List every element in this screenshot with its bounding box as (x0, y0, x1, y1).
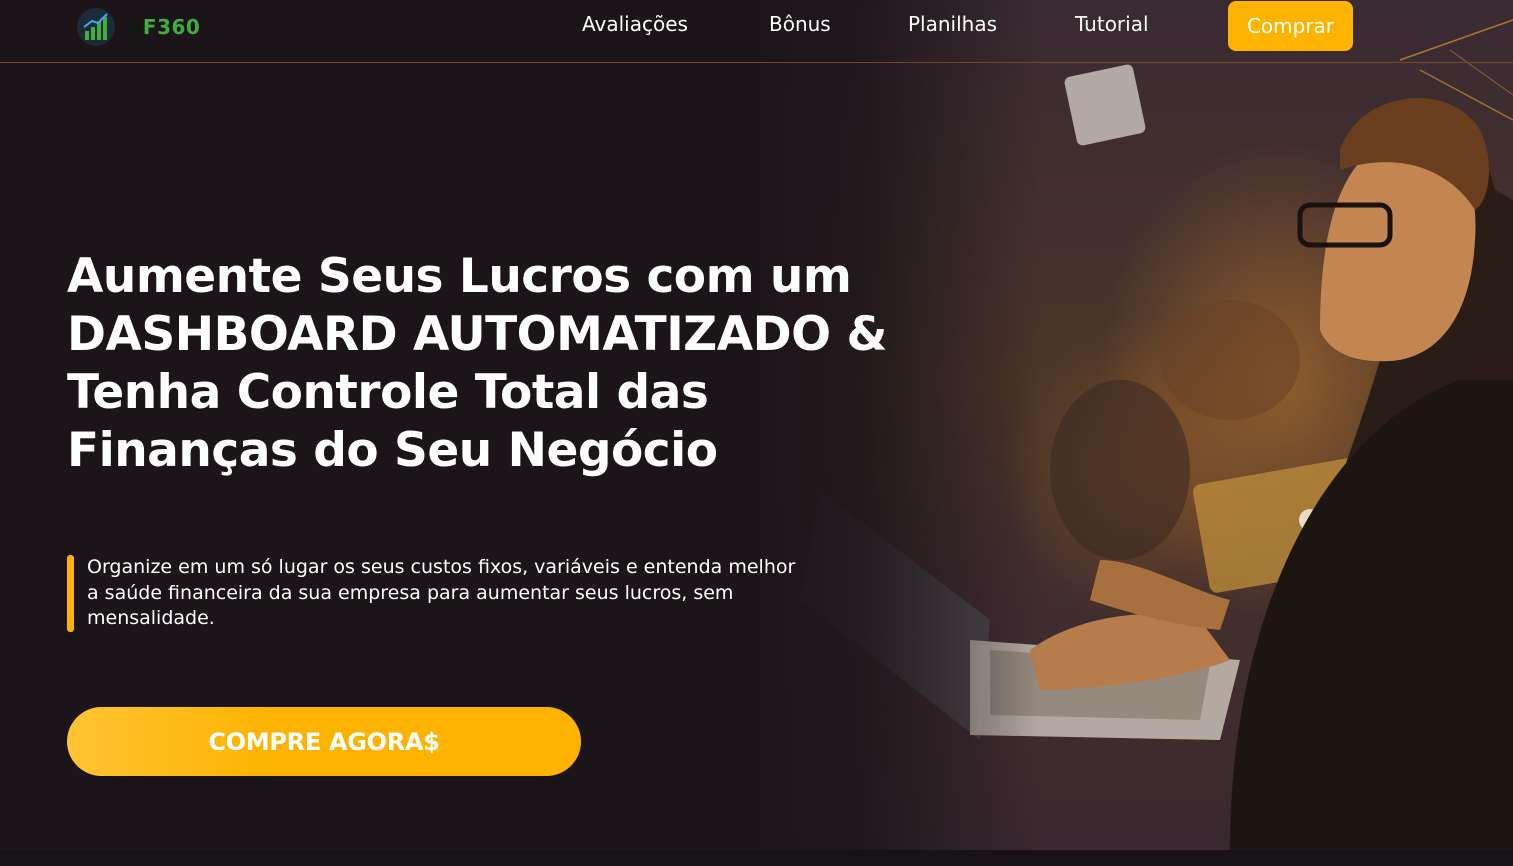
buy-button[interactable]: Comprar (1228, 1, 1353, 51)
landing-page: GF360 Avaliações Bônus Planilhas Tutoria… (0, 0, 1513, 866)
nav-link-planilhas[interactable]: Planilhas (908, 12, 997, 36)
bar-chart-logo-icon (77, 8, 115, 46)
site-header: GF360 Avaliações Bônus Planilhas Tutoria… (0, 0, 1513, 63)
hero-title-line: Finanças do Seu Negócio (67, 423, 718, 478)
buy-now-button[interactable]: COMPRE AGORA$ (67, 707, 581, 776)
nav-link-avaliacoes[interactable]: Avaliações (582, 12, 688, 36)
hero-title: Aumente Seus Lucros com um DASHBOARD AUT… (67, 248, 927, 480)
brand-name: GF360 (126, 15, 201, 39)
nav-link-tutorial[interactable]: Tutorial (1075, 12, 1149, 36)
nav-link-bonus[interactable]: Bônus (769, 12, 831, 36)
hero-title-line: DASHBOARD AUTOMATIZADO & (67, 307, 887, 362)
hero-subtitle: Organize em um só lugar os seus custos f… (87, 556, 796, 629)
hero-title-line: Tenha Controle Total das (67, 365, 709, 420)
hero-title-line: Aumente Seus Lucros com um (67, 249, 852, 304)
section-divider (0, 850, 1513, 866)
brand-logo[interactable]: GF360 (76, 5, 206, 49)
subtitle-accent-bar (67, 555, 74, 632)
